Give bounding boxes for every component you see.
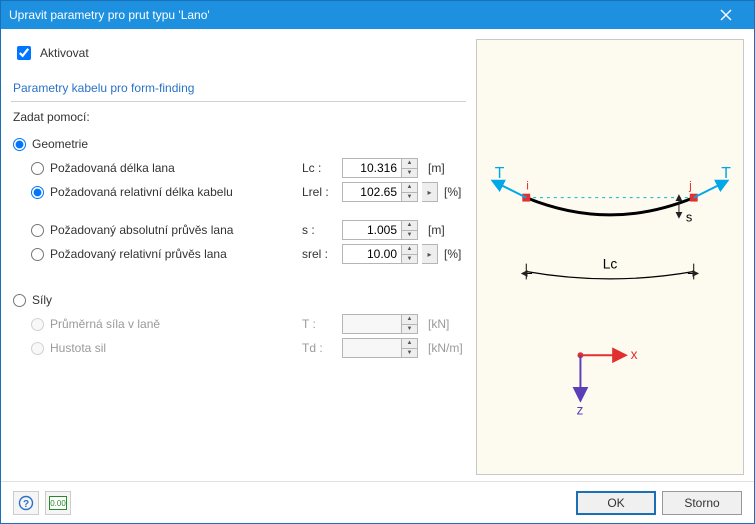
svg-text:T: T: [721, 165, 731, 182]
forces-group: Síly Průměrná síla v laně T : ▲▼ [kN]: [11, 284, 466, 364]
window-title: Upravit parametry pro prut typu 'Lano': [9, 8, 706, 22]
req-rel-len-label: Požadovaná relativní délka kabelu: [50, 185, 302, 199]
avg-force-unit: [kN]: [422, 317, 466, 331]
rel-sag-field[interactable]: [342, 244, 402, 264]
req-rel-len-row[interactable]: Požadovaná relativní délka kabelu Lrel :…: [13, 180, 466, 204]
section-title: Parametry kabelu pro form-finding: [11, 77, 466, 102]
svg-text:i: i: [526, 179, 529, 193]
geometry-radio-row[interactable]: Geometrie: [13, 132, 466, 156]
units-icon: 0.00: [49, 496, 67, 510]
units-button[interactable]: 0.00: [45, 491, 71, 515]
svg-text:j: j: [688, 179, 692, 193]
abs-sag-radio[interactable]: [31, 224, 44, 237]
forces-radio-row[interactable]: Síly: [13, 288, 466, 312]
geometry-radio[interactable]: [13, 138, 26, 151]
activate-checkbox-row[interactable]: Aktivovat: [11, 39, 466, 67]
rel-sag-input[interactable]: ▲▼: [342, 244, 422, 264]
avg-force-symbol: T :: [302, 317, 342, 331]
diagram-panel: i j T T s Lc x: [476, 39, 744, 475]
req-len-radio[interactable]: [31, 162, 44, 175]
density-field: [342, 338, 402, 358]
avg-force-row: Průměrná síla v laně T : ▲▼ [kN]: [13, 312, 466, 336]
req-rel-len-more-button[interactable]: ▸: [422, 182, 438, 202]
density-radio: [31, 342, 44, 355]
req-len-row[interactable]: Požadovaná délka lana Lc : ▲▼ [m]: [13, 156, 466, 180]
req-rel-len-symbol: Lrel :: [302, 185, 342, 199]
enter-by-label: Zadat pomocí:: [11, 102, 466, 128]
forces-label: Síly: [32, 293, 302, 307]
svg-text:s: s: [686, 209, 692, 224]
density-label: Hustota sil: [50, 341, 302, 355]
req-rel-len-unit: [%]: [438, 185, 466, 199]
avg-force-input: ▲▼: [342, 314, 422, 334]
dialog-window: Upravit parametry pro prut typu 'Lano' A…: [0, 0, 755, 524]
abs-sag-unit: [m]: [422, 223, 466, 237]
svg-text:0.00: 0.00: [50, 499, 66, 508]
rel-sag-row[interactable]: Požadovaný relativní průvěs lana srel : …: [13, 242, 466, 266]
spinner-arrows[interactable]: ▲▼: [402, 220, 418, 240]
rel-sag-more-button[interactable]: ▸: [422, 244, 438, 264]
rel-sag-radio[interactable]: [31, 248, 44, 261]
close-button[interactable]: [706, 1, 746, 29]
req-len-symbol: Lc :: [302, 161, 342, 175]
ok-button[interactable]: OK: [576, 491, 656, 515]
spinner-arrows[interactable]: ▲▼: [402, 158, 418, 178]
svg-text:x: x: [631, 347, 638, 362]
avg-force-radio: [31, 318, 44, 331]
close-icon: [720, 9, 732, 21]
help-button[interactable]: ?: [13, 491, 39, 515]
density-row: Hustota sil Td : ▲▼ [kN/m]: [13, 336, 466, 360]
req-len-input[interactable]: ▲▼: [342, 158, 422, 178]
abs-sag-symbol: s :: [302, 223, 342, 237]
geometry-label: Geometrie: [32, 137, 302, 151]
forces-radio[interactable]: [13, 294, 26, 307]
abs-sag-label: Požadovaný absolutní průvěs lana: [50, 223, 302, 237]
abs-sag-field[interactable]: [342, 220, 402, 240]
geometry-group: Geometrie Požadovaná délka lana Lc : ▲▼ …: [11, 128, 466, 270]
activate-checkbox[interactable]: [17, 46, 31, 60]
spinner-arrows[interactable]: ▲▼: [402, 244, 418, 264]
spinner-arrows[interactable]: ▲▼: [402, 182, 418, 202]
content-area: Aktivovat Parametry kabelu pro form-find…: [1, 29, 754, 481]
rel-sag-unit: [%]: [438, 247, 466, 261]
spinner-arrows: ▲▼: [402, 338, 418, 358]
activate-label: Aktivovat: [40, 46, 89, 60]
abs-sag-row[interactable]: Požadovaný absolutní průvěs lana s : ▲▼ …: [13, 218, 466, 242]
svg-text:Lc: Lc: [603, 257, 618, 272]
req-len-label: Požadovaná délka lana: [50, 161, 302, 175]
density-symbol: Td :: [302, 341, 342, 355]
avg-force-field: [342, 314, 402, 334]
rel-sag-symbol: srel :: [302, 247, 342, 261]
cancel-button[interactable]: Storno: [662, 491, 742, 515]
titlebar: Upravit parametry pro prut typu 'Lano': [1, 1, 754, 29]
req-rel-len-radio[interactable]: [31, 186, 44, 199]
rel-sag-label: Požadovaný relativní průvěs lana: [50, 247, 302, 261]
density-input: ▲▼: [342, 338, 422, 358]
left-panel: Aktivovat Parametry kabelu pro form-find…: [11, 39, 466, 475]
svg-text:?: ?: [23, 499, 29, 510]
req-len-unit: [m]: [422, 161, 466, 175]
avg-force-label: Průměrná síla v laně: [50, 317, 302, 331]
abs-sag-input[interactable]: ▲▼: [342, 220, 422, 240]
cable-diagram: i j T T s Lc x: [477, 40, 743, 493]
svg-text:T: T: [495, 165, 505, 182]
req-rel-len-input[interactable]: ▲▼: [342, 182, 422, 202]
density-unit: [kN/m]: [422, 341, 466, 355]
spinner-arrows: ▲▼: [402, 314, 418, 334]
req-len-field[interactable]: [342, 158, 402, 178]
req-rel-len-field[interactable]: [342, 182, 402, 202]
help-icon: ?: [18, 495, 34, 511]
svg-text:z: z: [576, 402, 583, 417]
